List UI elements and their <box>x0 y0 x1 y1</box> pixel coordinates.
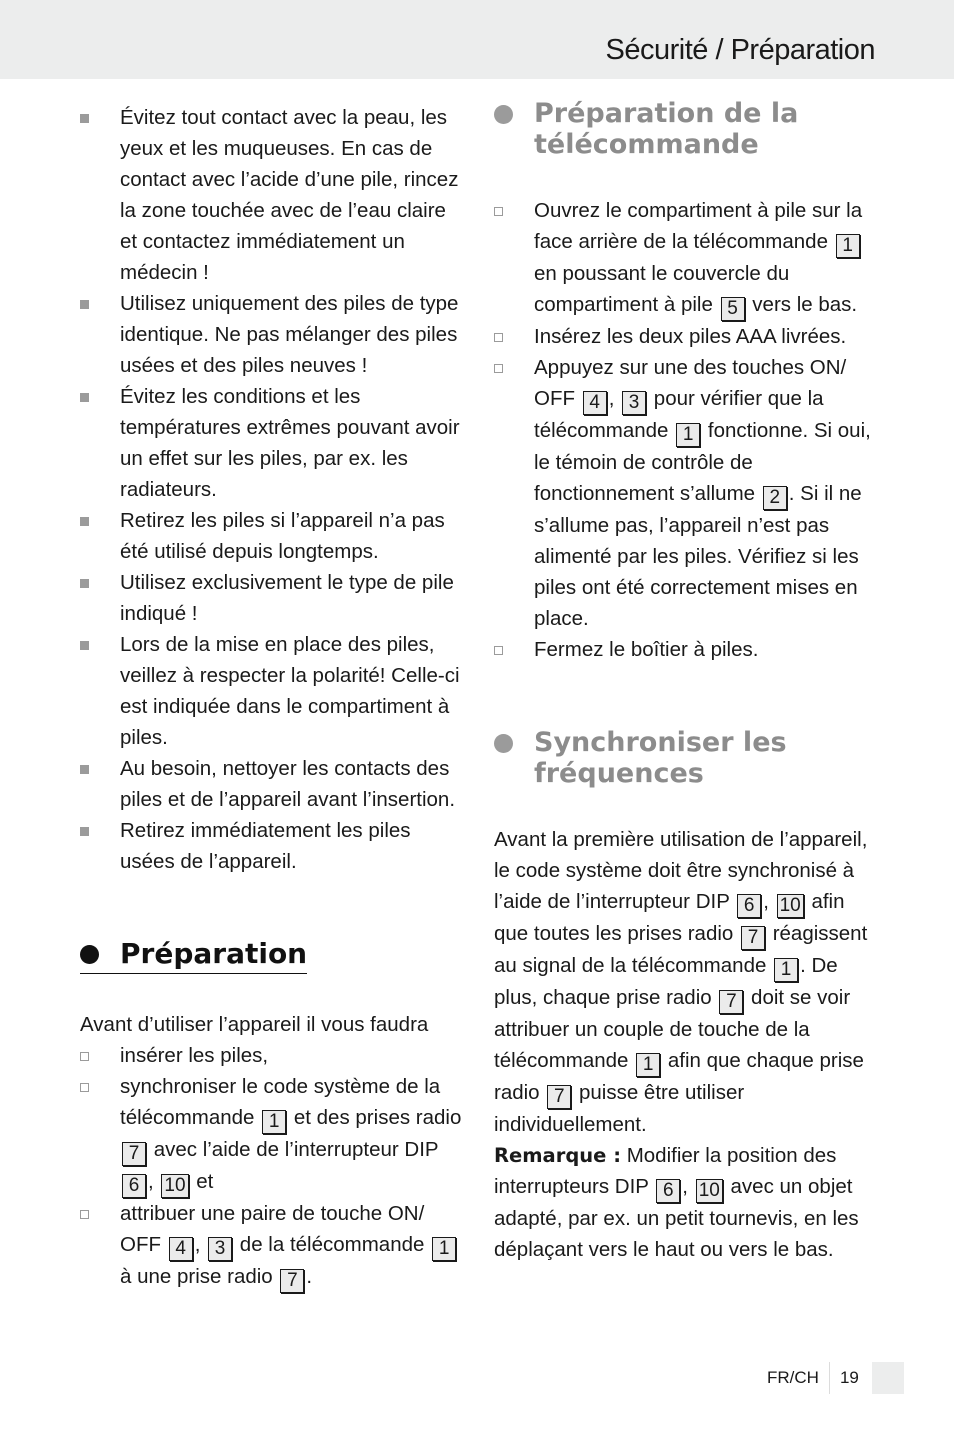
safety-list-item: Retirez immédiatement les piles usées de… <box>80 815 465 877</box>
part-reference-box: 7 <box>741 926 765 950</box>
part-reference-box: 10 <box>161 1174 189 1198</box>
page-footer: FR/CH 19 <box>767 1362 904 1394</box>
section-heading-remote-prep: Préparation de la télécommande <box>494 98 879 160</box>
part-reference-box: 6 <box>122 1174 146 1198</box>
page-tab-marker <box>871 1362 904 1394</box>
part-reference-box: 5 <box>720 297 745 321</box>
hollow-square-bullet-icon <box>80 1083 89 1092</box>
part-reference-box: 4 <box>168 1237 193 1261</box>
preparation-step: synchroniser le code système de la téléc… <box>80 1071 465 1198</box>
bullet-dot-icon <box>80 945 99 964</box>
part-reference-box: 6 <box>656 1179 681 1203</box>
part-reference-box: 2 <box>762 486 787 510</box>
bullet-dot-icon <box>494 105 513 124</box>
list-item-text: Retirez les piles si l’appareil n’a pas … <box>120 509 445 563</box>
part-reference-box: 7 <box>280 1269 305 1293</box>
note-label: Remarque : <box>494 1144 621 1167</box>
remote-prep-step: Fermez le boîtier à piles. <box>494 634 879 665</box>
part-reference-box: 1 <box>262 1110 287 1134</box>
part-reference-box: 3 <box>208 1237 233 1261</box>
part-reference-box: 7 <box>547 1085 572 1109</box>
hollow-square-bullet-icon <box>494 364 503 373</box>
list-item-text: Insérez les deux piles AAA livrées. <box>534 325 847 348</box>
list-item-text: Évitez tout contact avec la peau, les ye… <box>120 106 459 284</box>
section-heading-sync: Synchroniser les fréquences <box>494 727 879 789</box>
part-reference-box: 7 <box>122 1142 146 1166</box>
safety-list-item: Lors de la mise en place des piles, veil… <box>80 629 465 753</box>
safety-list-item: Au besoin, nettoyer les contacts des pil… <box>80 753 465 815</box>
list-item-text: Fermez le boîtier à piles. <box>534 638 759 661</box>
remote-prep-step: Appuyez sur une des touches ON/ OFF 4, 3… <box>494 352 879 634</box>
part-reference-box: 1 <box>676 423 701 447</box>
hollow-square-bullet-icon <box>494 646 503 655</box>
sync-body: Avant la première utilisation de l’appar… <box>494 828 868 1136</box>
hollow-square-bullet-icon <box>80 1210 89 1219</box>
page-title: Sécurité / Préparation <box>605 34 876 66</box>
square-bullet-icon <box>80 114 89 123</box>
remote-prep-steps: Ouvrez le compartiment à pile sur la fac… <box>494 195 879 665</box>
square-bullet-icon <box>80 641 89 650</box>
preparation-steps: insérer les piles, synchroniser le code s… <box>80 1040 465 1293</box>
safety-list-item: Évitez tout contact avec la peau, les ye… <box>80 102 465 288</box>
list-item-text: synchroniser le code système de la téléc… <box>120 1075 462 1198</box>
square-bullet-icon <box>80 827 89 836</box>
preparation-intro: Avant d’utiliser l’appareil il vous faud… <box>80 1013 429 1036</box>
list-item-text: attribuer une paire de touche ON/ OFF 4,… <box>120 1202 458 1293</box>
part-reference-box: 4 <box>582 391 607 415</box>
list-item-text: Utilisez exclusivement le type de pile i… <box>120 571 454 625</box>
heading-text: Préparation <box>120 937 308 970</box>
part-reference-box: 7 <box>719 990 744 1014</box>
square-bullet-icon <box>80 393 89 402</box>
section-heading-preparation: Préparation <box>80 937 308 974</box>
heading-text: Préparation de la télécommande <box>534 98 799 160</box>
list-item-text: Évitez les conditions et les température… <box>120 385 460 501</box>
safety-list-item: Utilisez exclusivement le type de pile i… <box>80 567 465 629</box>
part-reference-box: 10 <box>776 894 804 918</box>
sync-note: Remarque : Modifier la position des inte… <box>494 1144 859 1261</box>
bullet-dot-icon <box>494 734 513 753</box>
list-item-text: insérer les piles, <box>120 1044 269 1067</box>
safety-list: Évitez tout contact avec la peau, les ye… <box>80 102 465 877</box>
left-column: Évitez tout contact avec la peau, les ye… <box>80 102 465 1293</box>
part-reference-box: 1 <box>636 1053 661 1077</box>
preparation-step: attribuer une paire de touche ON/ OFF 4,… <box>80 1198 465 1293</box>
part-reference-box: 1 <box>835 234 860 258</box>
safety-list-item: Évitez les conditions et les température… <box>80 381 465 505</box>
part-reference-box: 3 <box>622 391 647 415</box>
list-item-text: Retirez immédiatement les piles usées de… <box>120 819 411 873</box>
list-item-text: Appuyez sur une des touches ON/ OFF 4, 3… <box>534 356 871 630</box>
list-item-text: Au besoin, nettoyer les contacts des pil… <box>120 757 456 811</box>
square-bullet-icon <box>80 517 89 526</box>
remote-prep-step: Ouvrez le compartiment à pile sur la fac… <box>494 195 879 321</box>
square-bullet-icon <box>80 579 89 588</box>
hollow-square-bullet-icon <box>494 333 503 342</box>
square-bullet-icon <box>80 300 89 309</box>
preparation-step: insérer les piles, <box>80 1040 465 1071</box>
part-reference-box: 1 <box>774 958 799 982</box>
hollow-square-bullet-icon <box>80 1052 89 1061</box>
safety-list-item: Utilisez uniquement des piles de type id… <box>80 288 465 381</box>
part-reference-box: 1 <box>432 1237 457 1261</box>
list-item-text: Utilisez uniquement des piles de type id… <box>120 292 459 377</box>
list-item-text: Lors de la mise en place des piles, veil… <box>120 633 460 749</box>
heading-text: Synchroniser les fréquences <box>534 727 787 789</box>
part-reference-box: 10 <box>695 1179 723 1203</box>
hollow-square-bullet-icon <box>494 207 503 216</box>
list-item-text: Ouvrez le compartiment à pile sur la fac… <box>534 199 863 321</box>
language-code: FR/CH <box>767 1362 830 1394</box>
remote-prep-step: Insérez les deux piles AAA livrées. <box>494 321 879 352</box>
right-column: Préparation de la télécommande Ouvrez le… <box>494 98 879 1265</box>
safety-list-item: Retirez les piles si l’appareil n’a pas … <box>80 505 465 567</box>
square-bullet-icon <box>80 765 89 774</box>
header-band: Sécurité / Préparation <box>0 0 954 79</box>
page-number: 19 <box>839 1368 859 1387</box>
part-reference-box: 6 <box>737 894 762 918</box>
